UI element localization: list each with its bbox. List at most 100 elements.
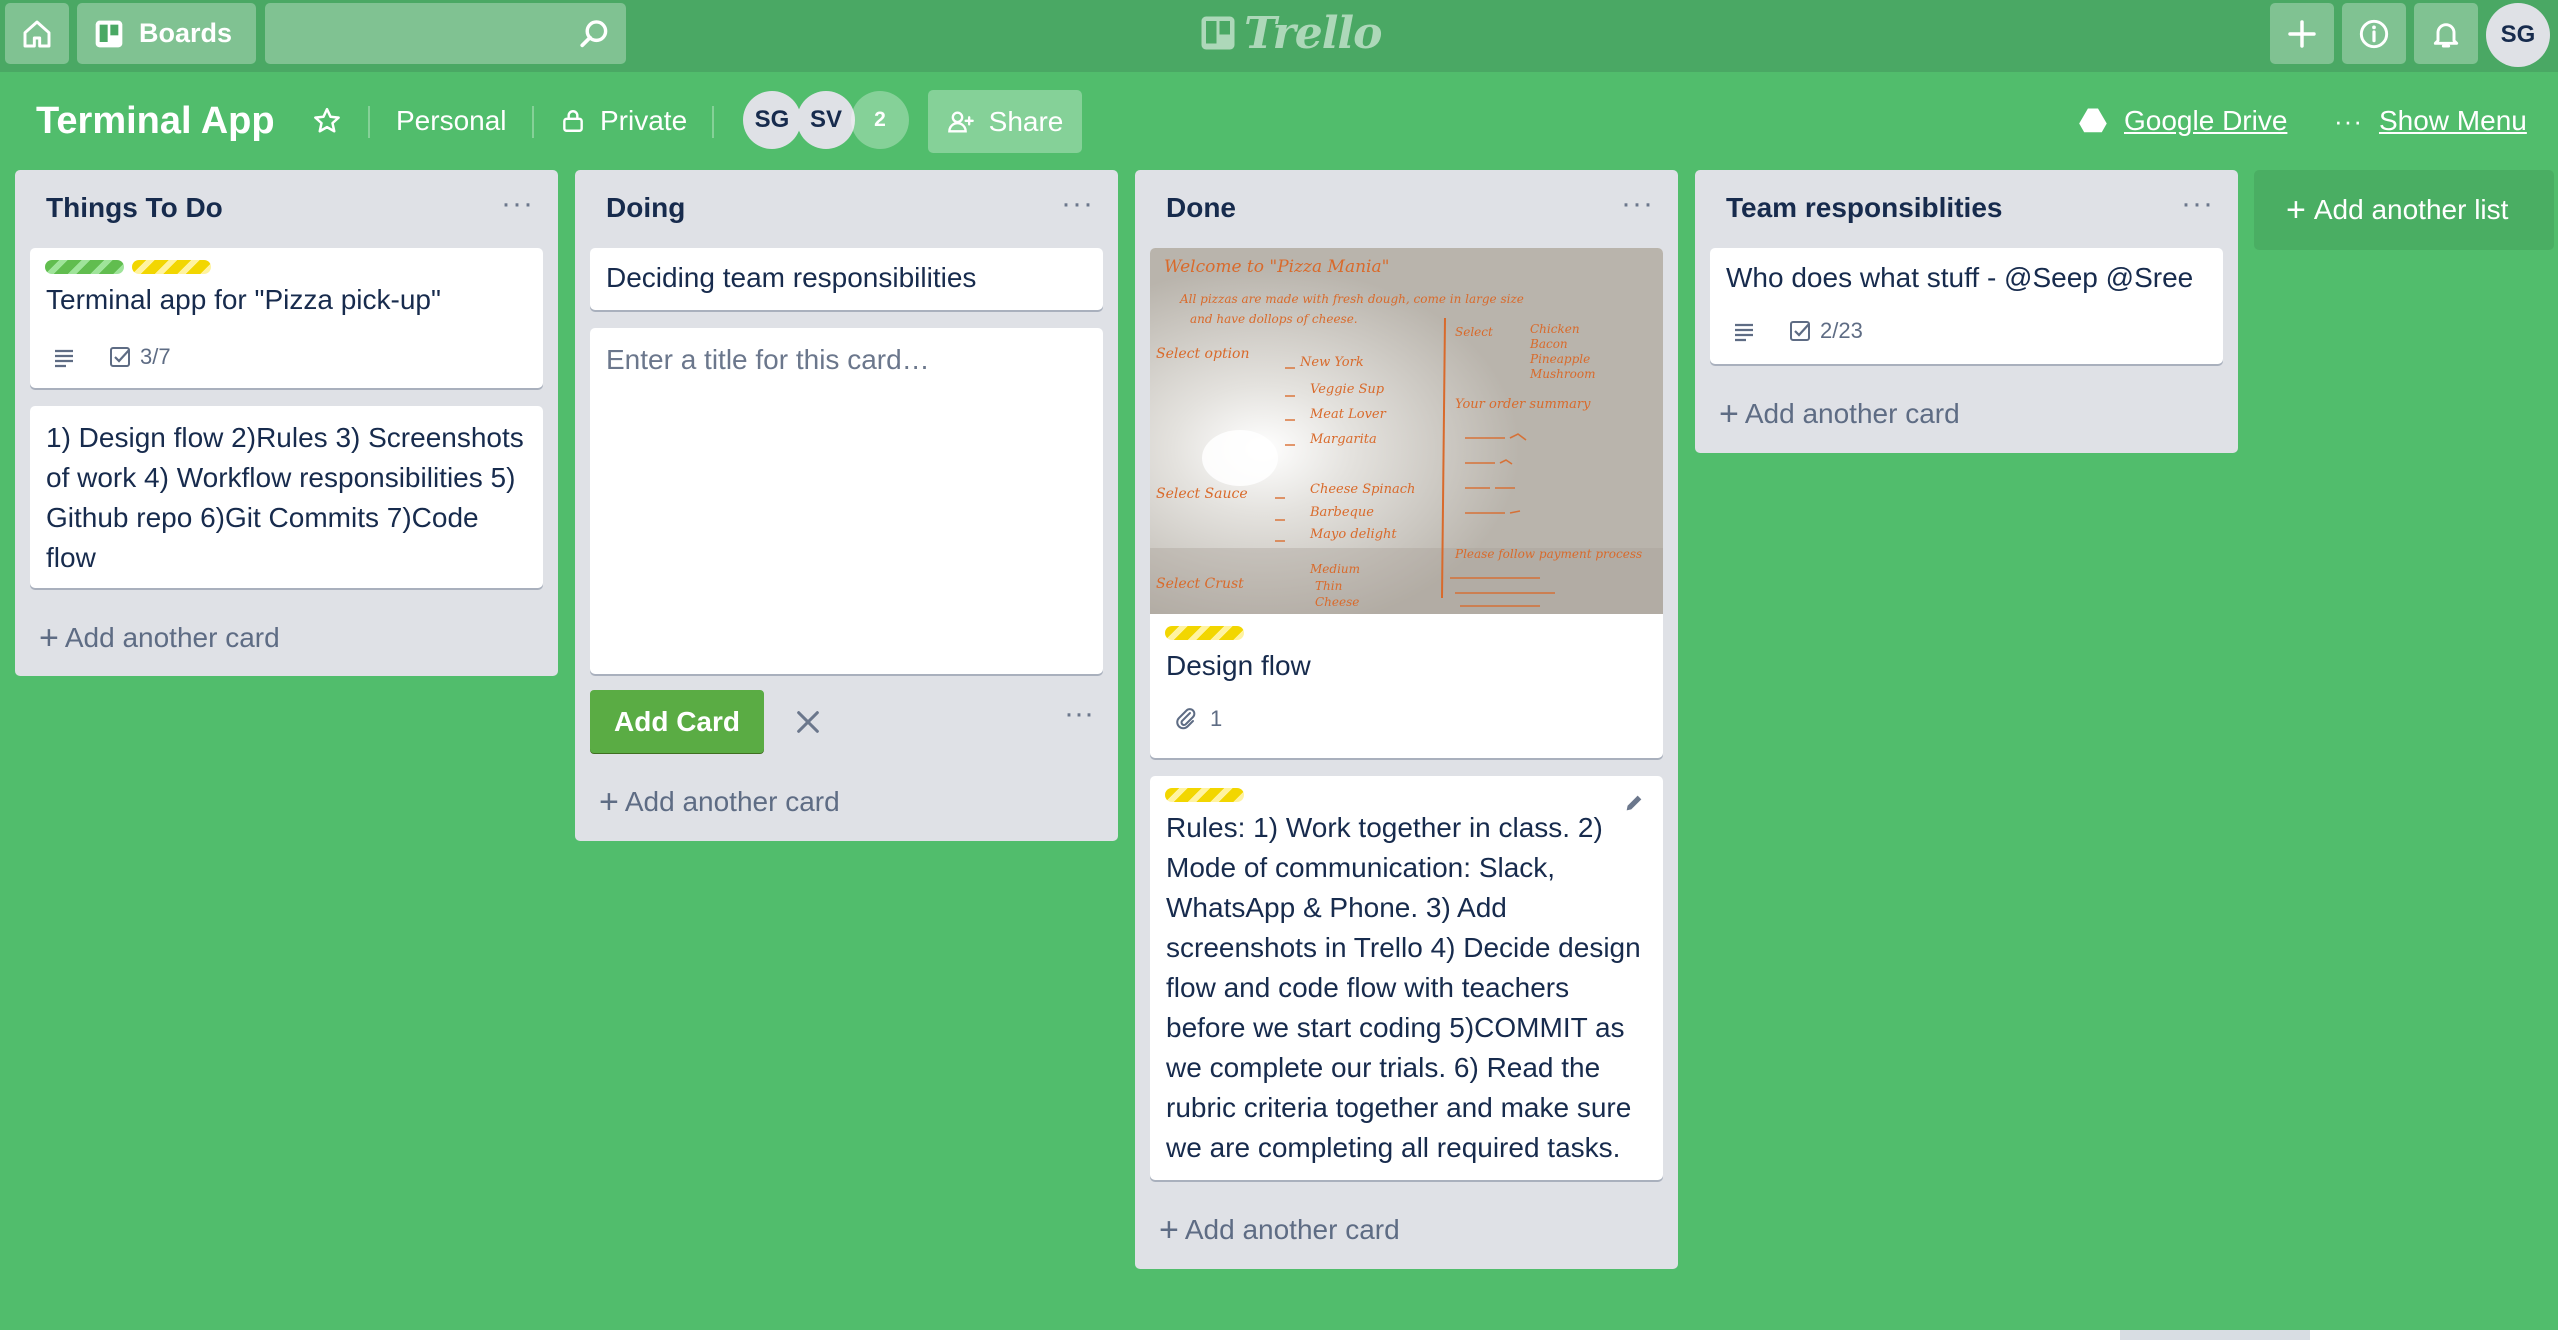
- share-button[interactable]: Share: [928, 90, 1082, 153]
- google-drive-icon: [2079, 108, 2107, 133]
- whiteboard-text: Welcome to "Pizza Mania": [1164, 257, 1389, 277]
- share-label: Share: [988, 105, 1064, 137]
- list-menu-button[interactable]: ···: [1621, 189, 1654, 219]
- description-icon: [1735, 323, 1753, 342]
- card-cover-image[interactable]: Welcome to "Pizza Mania" All pizzas are …: [1150, 248, 1663, 614]
- card-badges: 1: [1174, 706, 1222, 732]
- team-button[interactable]: Personal: [396, 90, 507, 152]
- plus-icon: +: [1159, 1211, 1179, 1249]
- card-label-yellow[interactable]: [1165, 626, 1244, 640]
- card[interactable]: Deciding team responsibilities: [590, 248, 1103, 310]
- plus-icon: +: [39, 619, 59, 657]
- card[interactable]: Terminal app for "Pizza pick-up" 3/7: [30, 248, 543, 388]
- add-list-button[interactable]: + Add another list: [2254, 170, 2554, 250]
- list-team-responsibilities[interactable]: Team responsiblities ··· Who does what s…: [1695, 170, 2238, 453]
- list-title[interactable]: Team responsiblities: [1726, 192, 2002, 224]
- scrollbar-thumb[interactable]: [2120, 1330, 2310, 1340]
- whiteboard-text: Veggie Sup: [1310, 382, 1385, 397]
- whiteboard-text: Cheese: [1315, 595, 1359, 609]
- divider: [368, 106, 370, 138]
- star-icon: [314, 107, 340, 133]
- add-card-button[interactable]: + Add another card: [1719, 395, 1960, 433]
- whiteboard-text: Mayo delight: [1309, 527, 1397, 542]
- card[interactable]: 1) Design flow 2)Rules 3) Screenshots of…: [30, 406, 543, 588]
- list-menu-button[interactable]: ···: [2181, 189, 2214, 219]
- card-title-input[interactable]: [590, 328, 1103, 674]
- card-label-yellow[interactable]: [1165, 788, 1244, 802]
- user-avatar[interactable]: SG: [2486, 3, 2550, 67]
- plus-icon: [2288, 19, 2316, 48]
- member-avatar[interactable]: SV: [797, 91, 855, 149]
- list-title[interactable]: Done: [1166, 192, 1236, 224]
- info-button[interactable]: [2342, 3, 2406, 64]
- list-things-to-do[interactable]: Things To Do ··· Terminal app for "Pizza…: [15, 170, 558, 676]
- whiteboard-text: Select Crust: [1156, 576, 1244, 592]
- checklist-count: 2/23: [1820, 318, 1863, 343]
- description-icon: [55, 349, 73, 368]
- card-title: Who does what stuff - @Seep @Sree: [1726, 262, 2194, 293]
- create-button[interactable]: [2270, 3, 2334, 64]
- card-label-yellow[interactable]: [132, 260, 211, 274]
- card[interactable]: Who does what stuff - @Seep @Sree 2/23: [1710, 248, 2223, 364]
- notifications-button[interactable]: [2414, 3, 2478, 64]
- board-title[interactable]: Terminal App: [36, 90, 275, 152]
- member-avatar[interactable]: SG: [743, 91, 801, 149]
- more-members-badge[interactable]: 2: [851, 91, 909, 149]
- attachment-count: 1: [1210, 706, 1223, 731]
- add-card-button[interactable]: + Add another card: [39, 619, 280, 657]
- more-icon: ···: [2334, 105, 2363, 136]
- add-member-icon: [947, 111, 974, 132]
- search-input[interactable]: [265, 3, 581, 66]
- add-card-label: Add another card: [64, 622, 280, 653]
- list-title[interactable]: Doing: [606, 192, 685, 224]
- google-drive-label: Google Drive: [2124, 105, 2288, 136]
- whiteboard-text: Please follow payment process: [1454, 547, 1642, 561]
- card[interactable]: Rules: 1) Work together in class. 2) Mod…: [1150, 776, 1663, 1180]
- whiteboard-text: Thin: [1315, 579, 1342, 593]
- trello-logo[interactable]: Trello: [1200, 7, 1382, 59]
- logo-text: Trello: [1244, 7, 1382, 59]
- boards-button[interactable]: Boards: [77, 3, 256, 64]
- add-card-submit-button[interactable]: Add Card: [590, 690, 764, 753]
- search-box[interactable]: [265, 3, 626, 66]
- checklist-icon: [1790, 321, 1810, 341]
- add-card-button[interactable]: + Add another card: [599, 783, 840, 821]
- whiteboard-text: Select Sauce: [1156, 486, 1248, 502]
- lock-icon: [563, 110, 583, 132]
- whiteboard-text: Margarita: [1309, 432, 1377, 447]
- divider: [532, 106, 534, 138]
- plus-icon: +: [1719, 395, 1739, 433]
- whiteboard-text: and have dollops of cheese.: [1190, 312, 1358, 326]
- visibility-button[interactable]: Private: [560, 90, 687, 152]
- whiteboard-text: Cheese Spinach: [1310, 482, 1415, 497]
- checklist-badge: 2/23: [1788, 318, 1863, 344]
- bell-icon: [2433, 22, 2459, 47]
- google-drive-link[interactable]: Google Drive: [2078, 90, 2287, 152]
- list-doing[interactable]: Doing ··· Deciding team responsibilities…: [575, 170, 1118, 841]
- add-card-label: Add another card: [1184, 1214, 1400, 1245]
- composer-options-button[interactable]: ···: [1064, 699, 1094, 729]
- list-title[interactable]: Things To Do: [46, 192, 223, 224]
- show-menu-button[interactable]: ··· Show Menu: [2334, 90, 2527, 152]
- list-done[interactable]: Done ··· Welcome to "Pizza Mania" All pi…: [1135, 170, 1678, 1269]
- plus-icon: +: [599, 783, 619, 821]
- whiteboard-photo: Welcome to "Pizza Mania" All pizzas are …: [1150, 248, 1663, 614]
- close-composer-button[interactable]: [780, 694, 836, 750]
- search-icon[interactable]: [578, 17, 612, 51]
- visibility-label: Private: [600, 105, 688, 136]
- whiteboard-text: New York: [1299, 355, 1364, 370]
- whiteboard-text: Bacon: [1529, 337, 1568, 351]
- whiteboard-text: Pineapple: [1529, 352, 1590, 366]
- card[interactable]: Welcome to "Pizza Mania" All pizzas are …: [1150, 248, 1663, 758]
- boards-icon: [95, 20, 123, 47]
- star-board-button[interactable]: [312, 90, 342, 152]
- list-menu-button[interactable]: ···: [501, 189, 534, 219]
- whiteboard-text: Your order summary: [1455, 397, 1591, 412]
- list-menu-button[interactable]: ···: [1061, 189, 1094, 219]
- card-label-green[interactable]: [45, 260, 124, 274]
- home-button[interactable]: [5, 3, 69, 64]
- plus-icon: +: [2286, 191, 2306, 229]
- card-badges: 3/7: [52, 344, 171, 370]
- whiteboard-text: All pizzas are made with fresh dough, co…: [1179, 292, 1524, 306]
- add-card-button[interactable]: + Add another card: [1159, 1211, 1400, 1249]
